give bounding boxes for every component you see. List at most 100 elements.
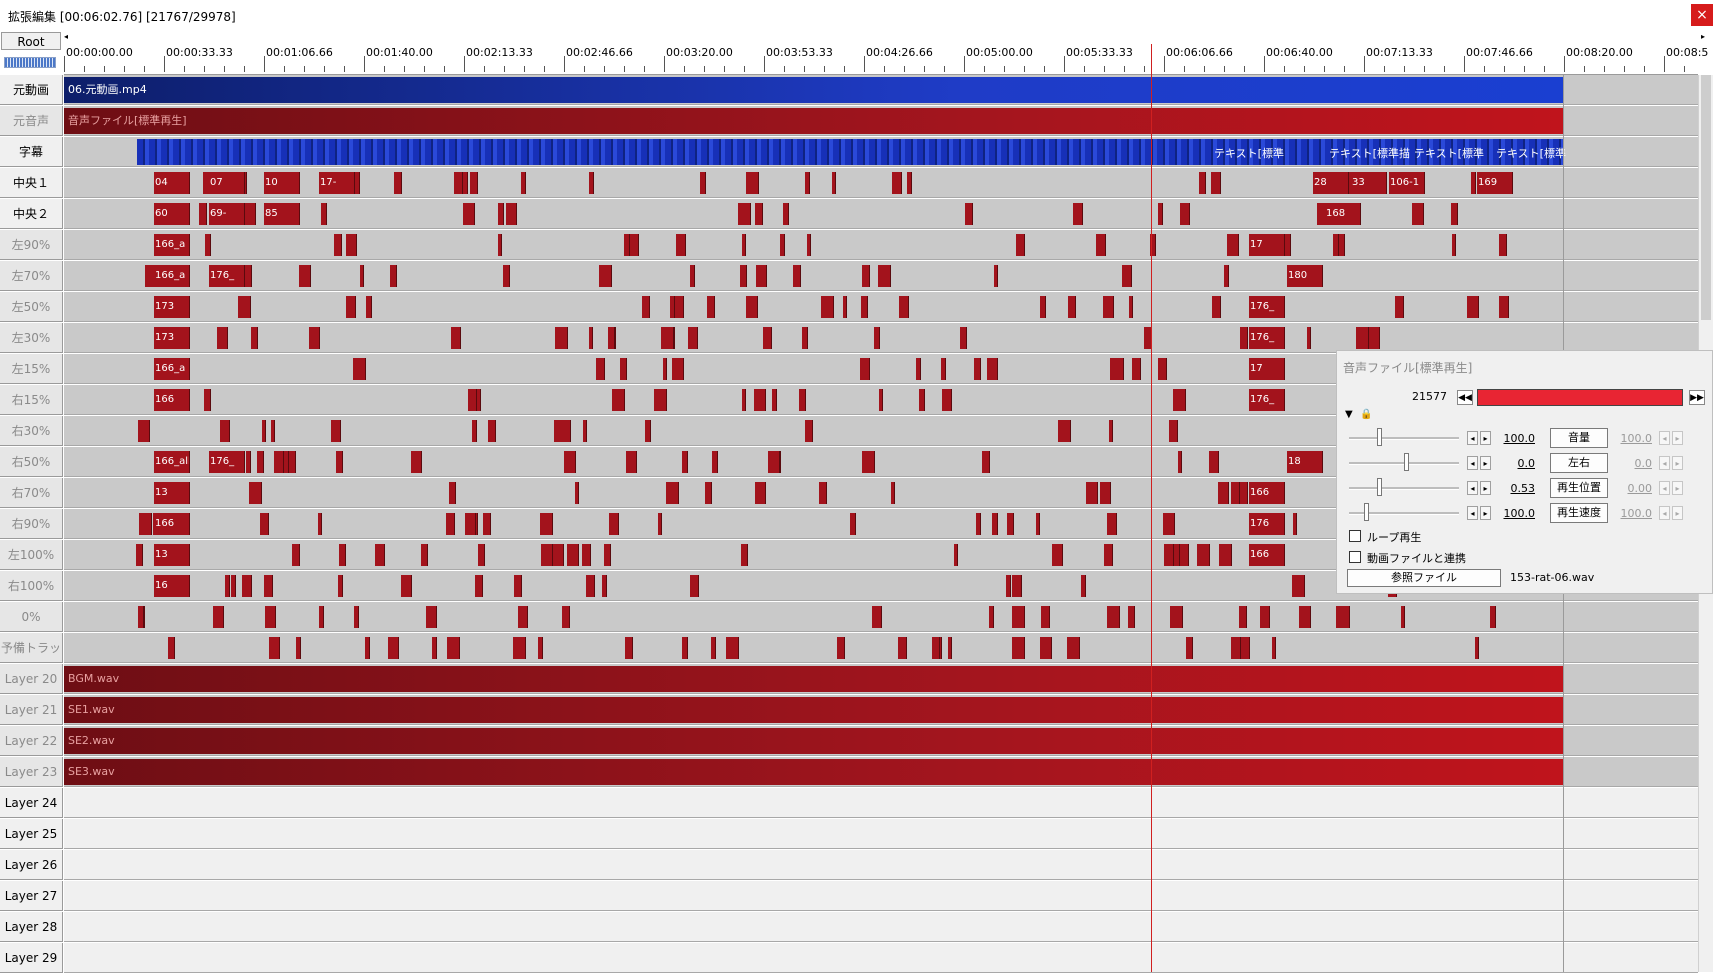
- param-slider-knob[interactable]: [1364, 503, 1369, 521]
- layer-track[interactable]: [64, 881, 1698, 911]
- object-clip[interactable]: [582, 544, 591, 566]
- object-clip[interactable]: 17: [1249, 358, 1285, 380]
- param-slider-knob[interactable]: [1377, 428, 1382, 446]
- object-clip[interactable]: [518, 606, 528, 628]
- object-clip[interactable]: [1412, 203, 1424, 225]
- object-clip[interactable]: [899, 296, 909, 318]
- object-clip[interactable]: [819, 482, 827, 504]
- object-clip[interactable]: [514, 575, 522, 597]
- object-clip[interactable]: [707, 296, 715, 318]
- object-clip[interactable]: [204, 389, 211, 411]
- object-clip[interactable]: [1122, 265, 1132, 287]
- layer-label[interactable]: 右90%: [0, 509, 63, 539]
- object-clip[interactable]: [805, 420, 813, 442]
- object-clip[interactable]: 176_: [209, 451, 245, 473]
- object-clip[interactable]: 16: [154, 575, 190, 597]
- object-clip[interactable]: [763, 327, 772, 349]
- object-clip[interactable]: [992, 513, 998, 535]
- object-clip[interactable]: [755, 203, 763, 225]
- object-clip[interactable]: [630, 234, 639, 256]
- object-clip[interactable]: 18: [1287, 451, 1323, 473]
- object-clip[interactable]: [248, 265, 252, 287]
- layer-track[interactable]: テキスト[標準 テキスト[標準描 テキスト[標準 テキスト[標準: [64, 137, 1698, 167]
- object-clip[interactable]: [220, 420, 230, 442]
- param-start-value[interactable]: 100.0: [1503, 507, 1536, 520]
- object-clip[interactable]: [1307, 327, 1311, 349]
- object-clip[interactable]: [799, 389, 806, 411]
- object-clip[interactable]: [941, 358, 946, 380]
- object-clip[interactable]: 85: [264, 203, 300, 225]
- object-clip[interactable]: [567, 544, 579, 566]
- object-clip[interactable]: [331, 420, 341, 442]
- lock-icon[interactable]: 🔒: [1360, 409, 1372, 420]
- object-clip[interactable]: [690, 265, 695, 287]
- object-clip[interactable]: [654, 389, 667, 411]
- layer-label[interactable]: Layer 24: [0, 788, 63, 818]
- object-clip[interactable]: [739, 203, 751, 225]
- object-clip[interactable]: [805, 172, 810, 194]
- object-clip[interactable]: [1006, 575, 1011, 597]
- decrease-icon[interactable]: ◂: [1467, 431, 1478, 445]
- object-clip[interactable]: [1395, 296, 1404, 318]
- object-clip[interactable]: [872, 606, 882, 628]
- layer-track[interactable]: 04 07 10 17- 28 33 106-1 169: [64, 168, 1698, 198]
- object-clip[interactable]: [336, 451, 343, 473]
- object-clip[interactable]: 166_a: [154, 265, 190, 287]
- object-clip[interactable]: [1073, 203, 1083, 225]
- object-clip[interactable]: [1164, 544, 1174, 566]
- object-clip[interactable]: [252, 327, 258, 349]
- object-clip[interactable]: [449, 482, 456, 504]
- object-clip[interactable]: [672, 358, 684, 380]
- layer-track[interactable]: SE2.wav: [64, 726, 1698, 756]
- object-clip[interactable]: [658, 513, 662, 535]
- object-clip[interactable]: [670, 296, 675, 318]
- object-clip[interactable]: [768, 451, 780, 473]
- object-clip[interactable]: [850, 513, 856, 535]
- object-clip[interactable]: [1107, 513, 1117, 535]
- object-clip[interactable]: [878, 265, 891, 287]
- object-clip[interactable]: [604, 544, 611, 566]
- object-clip[interactable]: [666, 482, 679, 504]
- object-clip[interactable]: 10: [264, 172, 300, 194]
- object-clip[interactable]: [645, 420, 651, 442]
- object-clip[interactable]: [309, 327, 320, 349]
- object-clip[interactable]: [354, 606, 359, 628]
- audio-clip[interactable]: SE3.wav: [64, 759, 1563, 785]
- object-clip[interactable]: [1293, 513, 1297, 535]
- param-name-button[interactable]: 再生位置: [1550, 478, 1608, 498]
- layer-track[interactable]: BGM.wav: [64, 664, 1698, 694]
- layer-label[interactable]: Layer 23: [0, 757, 63, 787]
- object-clip[interactable]: [1231, 637, 1241, 659]
- object-clip[interactable]: [231, 575, 236, 597]
- layer-label[interactable]: 中央２: [0, 199, 63, 229]
- object-clip[interactable]: [271, 420, 275, 442]
- object-clip[interactable]: [742, 389, 746, 411]
- object-clip[interactable]: [540, 513, 553, 535]
- object-clip[interactable]: [1012, 637, 1025, 659]
- object-clip[interactable]: [1219, 544, 1232, 566]
- object-clip[interactable]: [136, 544, 143, 566]
- object-clip[interactable]: [264, 575, 273, 597]
- object-clip[interactable]: [1375, 327, 1380, 349]
- object-clip[interactable]: [1109, 420, 1113, 442]
- object-clip[interactable]: [339, 544, 346, 566]
- object-clip[interactable]: 169: [1477, 172, 1513, 194]
- checkbox-icon[interactable]: [1349, 530, 1361, 542]
- object-clip[interactable]: [353, 358, 366, 380]
- object-clip[interactable]: [488, 420, 496, 442]
- param-name-button[interactable]: 再生速度: [1550, 503, 1608, 523]
- object-clip[interactable]: [334, 234, 342, 256]
- object-clip[interactable]: [1016, 234, 1025, 256]
- object-clip[interactable]: [242, 575, 252, 597]
- layer-label[interactable]: 左15%: [0, 354, 63, 384]
- object-clip[interactable]: [965, 203, 973, 225]
- video-link-checkbox[interactable]: 動画ファイルと連携: [1349, 550, 1466, 566]
- root-button[interactable]: Root: [1, 32, 61, 50]
- object-clip[interactable]: 168: [1325, 203, 1361, 225]
- object-clip[interactable]: 176_: [209, 265, 245, 287]
- object-clip[interactable]: [874, 327, 880, 349]
- object-clip[interactable]: [1209, 451, 1219, 473]
- subtitle-text-clip[interactable]: テキスト[標準描: [1329, 145, 1410, 161]
- object-clip[interactable]: [862, 265, 870, 287]
- object-clip[interactable]: [238, 296, 251, 318]
